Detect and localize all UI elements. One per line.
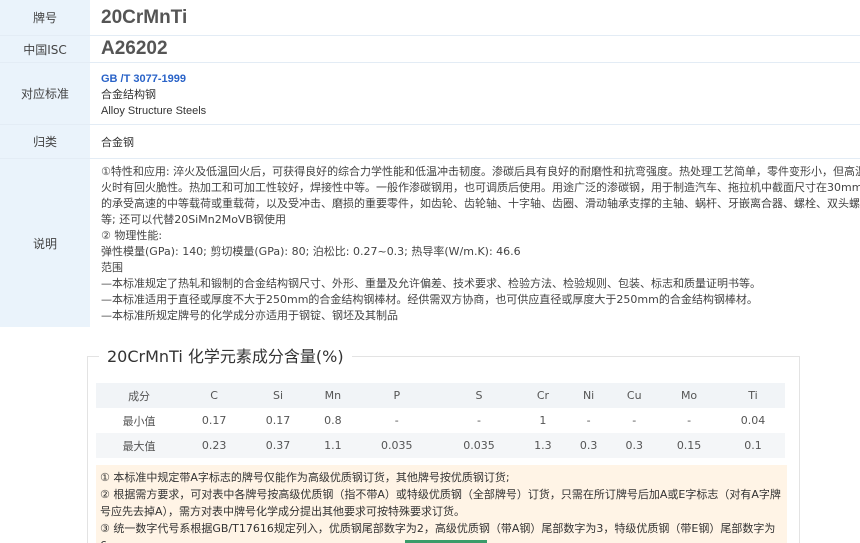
description-line: 火时有回火脆性。热加工和可加工性较好，焊接性中等。一般作渗碳钢用，也可调质后使用… <box>101 181 860 194</box>
note-item: ① 本标准中规定带A字标志的牌号仅能作为高级优质钢订货，其他牌号按优质钢订货; <box>100 471 510 484</box>
description-line: —本标准所规定牌号的化学成分亦适用于钢锭、钢坯及其制品 <box>101 309 398 322</box>
description-line: 范围 <box>101 261 123 274</box>
category-row: 归类 合金钢 <box>0 125 860 159</box>
standard-row: 对应标准 GB /T 3077-1999 合金结构钢 Alloy Structu… <box>0 63 860 125</box>
composition-table: 成分 C Si Mn P S Cr Ni Cu Mo Ti 最小值 0.17 0… <box>96 383 785 458</box>
grade-label: 牌号 <box>0 0 90 35</box>
standard-code-link[interactable]: GB /T 3077-1999 <box>101 71 860 87</box>
table-cell: 0.3 <box>611 433 658 458</box>
table-cell: 0.3 <box>565 433 612 458</box>
table-cell: 0.17 <box>182 408 247 433</box>
description-line: 的承受高速的中等载荷或重载荷，以及受冲击、磨损的重要零件，如齿轮、齿轮轴、十字轴… <box>101 197 860 210</box>
standard-label: 对应标准 <box>0 63 90 124</box>
table-cell: 0.035 <box>437 433 521 458</box>
category-value: 合金钢 <box>101 135 134 149</box>
table-cell: - <box>657 408 722 433</box>
note-item: ② 根据需方要求，可对表中各牌号按高级优质钢（指不带A）或特级优质钢（全部牌号）… <box>100 488 781 518</box>
table-cell: 1 <box>520 408 566 433</box>
table-cell: 0.04 <box>721 408 785 433</box>
header-cell: Mn <box>310 383 356 408</box>
header-cell: Si <box>246 383 310 408</box>
table-cell: 1.1 <box>310 433 356 458</box>
description-row: 说明 ①特性和应用: 淬火及低温回火后，可获得良好的综合力学性能和低温冲击韧度。… <box>0 159 860 327</box>
header-cell: S <box>437 383 521 408</box>
header-cell: Cu <box>611 383 658 408</box>
table-cell: - <box>437 408 521 433</box>
table-cell: 1.3 <box>520 433 566 458</box>
table-cell: 0.8 <box>310 408 356 433</box>
description-text: ①特性和应用: 淬火及低温回火后，可获得良好的综合力学性能和低温冲击韧度。渗碳后… <box>90 159 860 327</box>
description-label: 说明 <box>0 159 90 327</box>
standard-en-name: Alloy Structure Steels <box>101 105 207 117</box>
isc-row: 中国ISC A26202 <box>0 36 860 63</box>
header-cell: Mo <box>657 383 722 408</box>
description-line: ①特性和应用: 淬火及低温回火后，可获得良好的综合力学性能和低温冲击韧度。渗碳后… <box>101 165 860 178</box>
description-line: —本标准规定了热轧和锻制的合金结构钢尺寸、外形、重量及允许偏差、技术要求、检验方… <box>101 277 761 290</box>
grade-row: 牌号 20CrMnTi <box>0 0 860 36</box>
row-label: 最小值 <box>96 408 183 433</box>
row-label: 最大值 <box>96 433 183 458</box>
header-cell: C <box>182 383 247 408</box>
table-row-max: 最大值 0.23 0.37 1.1 0.035 0.035 1.3 0.3 0.… <box>96 433 785 458</box>
table-cell: 0.17 <box>246 408 310 433</box>
property-table: 牌号 20CrMnTi 中国ISC A26202 对应标准 GB /T 3077… <box>0 0 860 327</box>
composition-notes: ① 本标准中规定带A字标志的牌号仅能作为高级优质钢订货，其他牌号按优质钢订货; … <box>96 465 787 543</box>
table-cell: 0.1 <box>721 433 785 458</box>
chemical-composition-section: 20CrMnTi 化学元素成分含量(%) 成分 C Si Mn P S Cr N… <box>87 346 800 543</box>
isc-label: 中国ISC <box>0 36 90 62</box>
table-cell: - <box>611 408 658 433</box>
standard-value: GB /T 3077-1999 合金结构钢 Alloy Structure St… <box>90 63 860 124</box>
table-cell: 0.23 <box>182 433 247 458</box>
description-line: —本标准适用于直径或厚度不大于250mm的合金结构钢棒材。经供需双方协商，也可供… <box>101 293 758 306</box>
table-header-row: 成分 C Si Mn P S Cr Ni Cu Mo Ti <box>96 383 785 408</box>
section-title: 20CrMnTi 化学元素成分含量(%) <box>99 346 352 368</box>
table-row-min: 最小值 0.17 0.17 0.8 - - 1 - - - 0.04 <box>96 408 785 433</box>
description-line: ② 物理性能: <box>101 229 163 242</box>
table-cell: - <box>565 408 612 433</box>
category-label: 归类 <box>0 125 90 158</box>
header-cell: Ti <box>721 383 785 408</box>
description-line: 等; 还可以代替20SiMn2MoVB钢使用 <box>101 213 286 226</box>
grade-value: 20CrMnTi <box>101 6 188 28</box>
table-cell: 0.15 <box>657 433 722 458</box>
header-cell-component: 成分 <box>96 383 183 408</box>
header-cell: Cr <box>520 383 566 408</box>
isc-value: A26202 <box>101 38 168 59</box>
header-cell: P <box>355 383 438 408</box>
standard-cn-name: 合金结构钢 <box>101 88 156 101</box>
table-cell: - <box>355 408 438 433</box>
table-cell: 0.035 <box>355 433 438 458</box>
header-cell: Ni <box>565 383 612 408</box>
description-line: 弹性模量(GPa): 140; 剪切模量(GPa): 80; 泊松比: 0.27… <box>101 245 521 258</box>
table-cell: 0.37 <box>246 433 310 458</box>
